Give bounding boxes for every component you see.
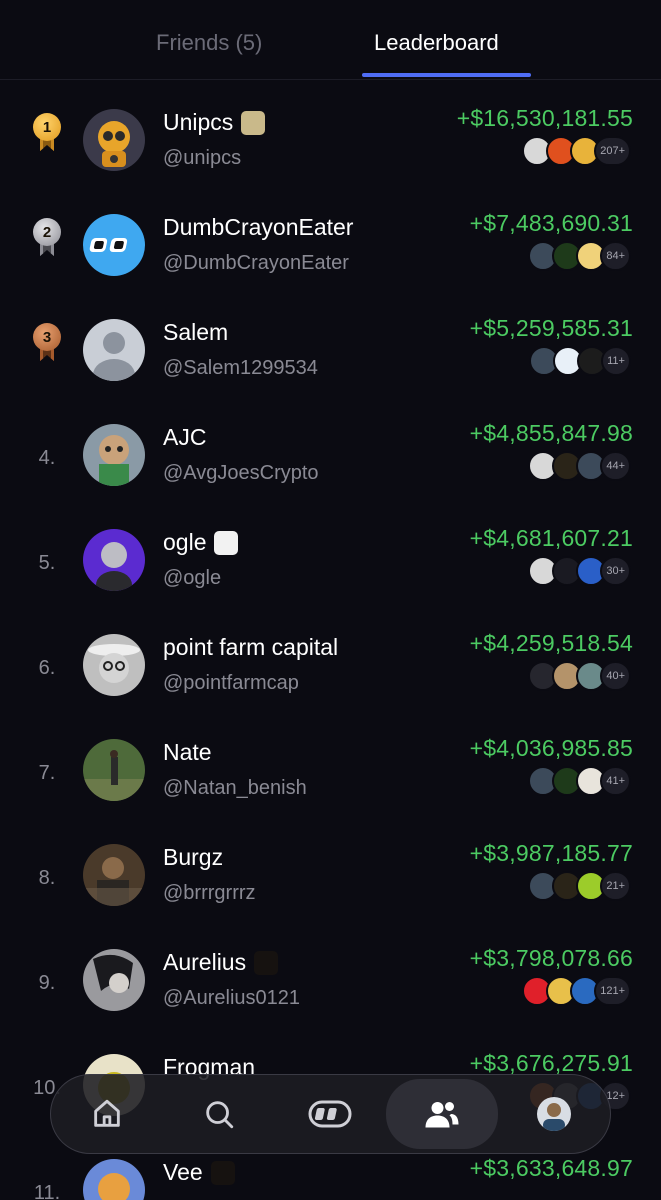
token-stack: 11+: [529, 345, 631, 377]
pnl-amount: +$4,259,518.54: [469, 630, 633, 656]
nav-home[interactable]: [51, 1074, 163, 1154]
pfp-badge-icon: [241, 110, 266, 135]
user-name: Unipcs: [163, 109, 234, 135]
dabal-badge-icon: [210, 1160, 235, 1185]
friends-icon: [425, 1102, 459, 1128]
active-tab-indicator: [362, 73, 531, 77]
pnl-amount: +$3,798,078.66: [469, 945, 633, 971]
gold-medal-icon: 1: [33, 113, 61, 157]
pnl-amount: +$7,483,690.31: [469, 210, 633, 236]
pnl-amount: +$3,676,275.91: [469, 1050, 633, 1076]
token-count-badge: 41+: [600, 766, 631, 796]
pnl-amount: +$16,530,181.55: [456, 105, 633, 131]
rank-number: 8.: [38, 866, 56, 889]
pnl-amount: +$5,259,585.31: [469, 315, 633, 341]
user-handle: @brrrgrrrz: [163, 882, 256, 904]
rank-number: 9.: [38, 971, 56, 994]
user-handle: @Salem1299534: [163, 357, 318, 379]
user-name: Vee: [163, 1159, 203, 1185]
avatar: [83, 214, 145, 276]
rank-number: 4.: [38, 446, 56, 469]
token-stack: 40+: [528, 660, 631, 692]
user-handle: @ogle: [163, 567, 222, 589]
bronze-medal-icon: 3: [33, 323, 61, 367]
leaderboard-row[interactable]: 2 DumbCrayonEater @DumbCrayonEater +$7,4…: [0, 200, 661, 305]
user-name: point farm capital: [163, 634, 339, 660]
token-stack: 21+: [528, 870, 631, 902]
rank-number: 6.: [38, 656, 56, 679]
rank-number: 11.: [33, 1181, 61, 1200]
pnl-amount: +$3,987,185.77: [469, 840, 633, 866]
token-count-badge: 11+: [601, 346, 631, 376]
token-stack: 44+: [528, 450, 631, 482]
user-name: Aurelius: [163, 949, 247, 975]
tab-friends[interactable]: Friends (5): [156, 30, 262, 56]
avatar: [83, 949, 145, 1011]
token-count-badge: 44+: [600, 451, 631, 481]
tab-leaderboard[interactable]: Leaderboard: [374, 30, 499, 56]
avatar: [83, 739, 145, 801]
leaderboard-row[interactable]: 1 Unipcs @unipcs +$16,530,181.55 207+: [0, 95, 661, 200]
search-icon: [205, 1101, 233, 1129]
user-name: Burgz: [163, 844, 224, 870]
avatar: [83, 109, 145, 171]
dabal-badge-icon: [254, 950, 279, 975]
token-stack: 84+: [528, 240, 631, 272]
leaderboard-row[interactable]: 9. Aurelius @Aurelius0121 +$3,798,078.66…: [0, 935, 661, 1040]
leaderboard-row[interactable]: 6. point farm capital @pointfarmcap +$4,…: [0, 620, 661, 725]
user-name: DumbCrayonEater: [163, 214, 354, 240]
token-count-badge: 121+: [594, 976, 631, 1006]
user-handle: @unipcs: [163, 147, 242, 169]
home-icon: [94, 1099, 120, 1127]
app-logo-icon: [308, 1100, 352, 1128]
token-count-badge: 21+: [600, 871, 631, 901]
profile-avatar: [537, 1097, 572, 1131]
token-count-badge: 40+: [600, 661, 631, 691]
rank-number: 5.: [38, 551, 56, 574]
user-handle: @pointfarmcap: [163, 672, 299, 694]
pnl-amount: +$3,633,648.97: [469, 1155, 633, 1181]
avatar: [83, 529, 145, 591]
rank-number: 7.: [38, 761, 56, 784]
user-handle: @Natan_benish: [163, 777, 307, 799]
token-stack: 41+: [528, 765, 631, 797]
cat-badge-icon: [214, 530, 239, 555]
bottom-nav: [50, 1074, 611, 1154]
leaderboard-row[interactable]: 4. AJC @AvgJoesCrypto +$4,855,847.98 44+: [0, 410, 661, 515]
token-stack: 207+: [522, 135, 631, 167]
avatar: [83, 634, 145, 696]
token-stack: 121+: [522, 975, 631, 1007]
avatar: [83, 1159, 145, 1200]
user-name: ogle: [163, 529, 207, 555]
avatar: [83, 424, 145, 486]
pnl-amount: +$4,855,847.98: [469, 420, 633, 446]
nav-friends[interactable]: [386, 1079, 499, 1149]
tab-bar: Friends (5) Leaderboard: [0, 0, 661, 80]
avatar: [83, 319, 145, 381]
token-count-badge: 207+: [594, 136, 631, 166]
leaderboard-row[interactable]: 8. Burgz @brrrgrrrz +$3,987,185.77 21+: [0, 830, 661, 935]
pnl-amount: +$4,036,985.85: [469, 735, 633, 761]
token-count-badge: 84+: [600, 241, 631, 271]
token-stack: 30+: [528, 555, 631, 587]
leaderboard-row[interactable]: 3 Salem @Salem1299534 +$5,259,585.31 11+: [0, 305, 661, 410]
user-name: AJC: [163, 424, 207, 450]
avatar: [83, 844, 145, 906]
user-handle: @DumbCrayonEater: [163, 252, 349, 274]
user-name: Salem: [163, 319, 229, 345]
nav-app[interactable]: [275, 1074, 387, 1154]
silver-medal-icon: 2: [33, 218, 61, 262]
leaderboard-row[interactable]: 7. Nate @Natan_benish +$4,036,985.85 41+: [0, 725, 661, 830]
user-handle: @AvgJoesCrypto: [163, 462, 319, 484]
user-name: Nate: [163, 739, 212, 765]
user-handle: @Aurelius0121: [163, 987, 301, 1009]
nav-search[interactable]: [163, 1074, 275, 1154]
pnl-amount: +$4,681,607.21: [469, 525, 633, 551]
leaderboard-row[interactable]: 5. ogle @ogle +$4,681,607.21 30+: [0, 515, 661, 620]
token-count-badge: 30+: [600, 556, 631, 586]
nav-profile[interactable]: [498, 1074, 610, 1154]
